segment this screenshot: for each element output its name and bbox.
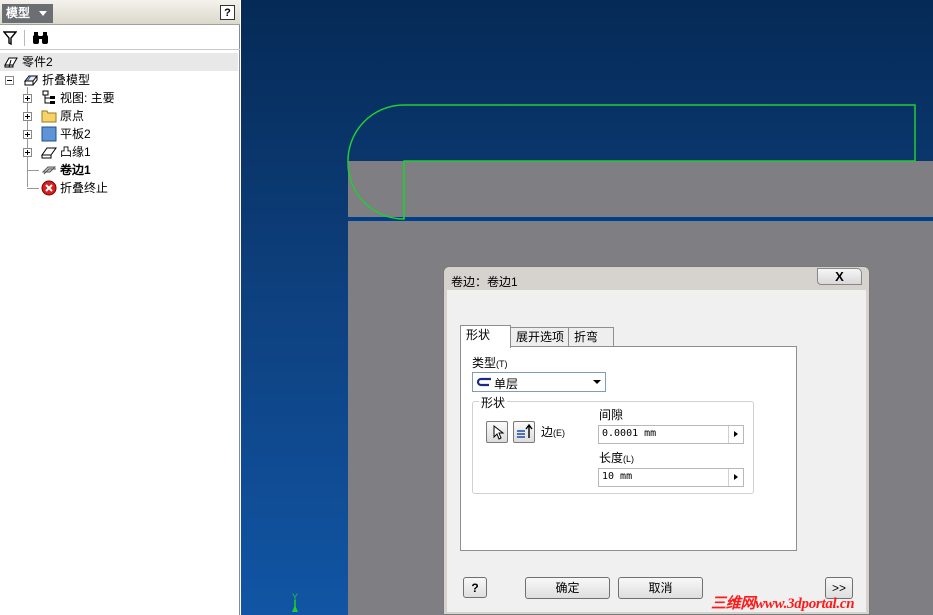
gap-value: 0.0001 mm xyxy=(602,428,657,439)
tree-item-face[interactable]: 平板2 xyxy=(0,125,238,143)
chevron-right-icon[interactable] xyxy=(728,469,743,486)
browser-toolbar xyxy=(0,26,240,50)
flip-direction-button[interactable] xyxy=(513,421,535,443)
flange-feature-icon xyxy=(41,147,57,159)
browser-mode-dropdown[interactable]: 模型 xyxy=(2,4,53,23)
collapse-icon[interactable] xyxy=(5,76,14,85)
tree-item-label: 视图: 主要 xyxy=(60,91,115,105)
browser-mode-label: 模型 xyxy=(6,6,31,20)
tree-item-label: 折叠模型 xyxy=(42,73,91,87)
folder-icon xyxy=(41,110,57,123)
tree-item-end-of-folded[interactable]: 折叠终止 xyxy=(0,179,238,197)
close-button[interactable]: X xyxy=(817,268,862,285)
tab-unfold-options[interactable]: 展开选项 xyxy=(510,327,569,347)
end-of-folded-icon xyxy=(41,180,57,196)
shape-group-box: 形状 边(E) 间隙 0.0001 mm 长度(L) 10 mm xyxy=(472,394,754,494)
gap-label: 间隙 xyxy=(599,408,624,422)
y-axis-arrow-icon xyxy=(292,605,298,612)
filter-icon[interactable] xyxy=(3,31,17,45)
hem-dialog: 卷边：卷边1 X 形状 展开选项 折弯 类型(T) 单层 形状 边(E) 间隙 … xyxy=(443,266,870,615)
type-value: 单层 xyxy=(494,377,519,391)
flip-direction-icon xyxy=(517,423,533,438)
tree-item-label: 原点 xyxy=(60,109,85,123)
dialog-title: 卷边：卷边1 xyxy=(451,275,518,289)
view-representation-icon xyxy=(42,90,55,104)
tab-bend[interactable]: 折弯 xyxy=(568,327,614,347)
y-axis-label: Y xyxy=(292,592,298,602)
tree-item-label: 平板2 xyxy=(60,127,91,141)
expand-icon[interactable] xyxy=(23,112,32,121)
tree-item-folded-model[interactable]: 折叠模型 xyxy=(0,71,238,89)
shape-tab-panel: 类型(T) 单层 形状 边(E) 间隙 0.0001 mm 长度(L) 10 m… xyxy=(460,346,797,551)
ok-button[interactable]: 确定 xyxy=(525,577,610,599)
model-browser-panel: 模型 ? 零件2 折叠模型 视图: 主要 原点 平板2 凸缘1 卷边1 折叠终止 xyxy=(0,0,240,615)
expand-icon[interactable] xyxy=(23,148,32,157)
length-input[interactable]: 10 mm xyxy=(598,468,744,487)
help-button[interactable]: ? xyxy=(463,577,487,598)
binoculars-icon[interactable] xyxy=(32,31,49,45)
tree-item-label: 卷边1 xyxy=(60,163,91,177)
tab-shape[interactable]: 形状 xyxy=(460,325,511,348)
type-label: 类型(T) xyxy=(472,356,508,370)
face-feature-icon xyxy=(41,126,57,142)
expand-icon[interactable] xyxy=(23,130,32,139)
tree-item-label: 凸缘1 xyxy=(60,145,91,159)
chevron-down-icon xyxy=(593,380,601,384)
select-edge-button[interactable] xyxy=(486,421,508,443)
tree-item-origin[interactable]: 原点 xyxy=(0,107,238,125)
edge-highlight xyxy=(348,217,933,221)
browser-help-button[interactable]: ? xyxy=(220,5,235,20)
folded-model-icon xyxy=(23,75,39,86)
flange-face xyxy=(348,161,933,217)
site-watermark: 三维网www.3dportal.cn xyxy=(711,596,855,612)
length-label: 长度(L) xyxy=(599,451,635,465)
expand-icon[interactable] xyxy=(23,94,32,103)
chevron-down-icon xyxy=(39,11,47,16)
toolbar-divider xyxy=(24,30,25,46)
length-value: 10 mm xyxy=(602,471,633,482)
cursor-arrow-icon xyxy=(493,424,505,440)
part-icon xyxy=(4,57,18,68)
tree-item-flange[interactable]: 凸缘1 xyxy=(0,143,238,161)
tree-item-view[interactable]: 视图: 主要 xyxy=(0,89,238,107)
cancel-button[interactable]: 取消 xyxy=(618,577,703,599)
chevron-right-icon[interactable] xyxy=(728,426,743,443)
shape-group-title: 形状 xyxy=(479,394,508,411)
single-hem-icon xyxy=(476,377,491,387)
browser-header: 模型 ? xyxy=(0,0,240,25)
tree-item-hem[interactable]: 卷边1 xyxy=(0,161,238,179)
hem-feature-icon xyxy=(41,166,57,175)
tree-item-part2[interactable]: 零件2 xyxy=(0,53,238,71)
tree-item-label: 折叠终止 xyxy=(60,181,109,195)
dialog-body: 形状 展开选项 折弯 类型(T) 单层 形状 边(E) 间隙 0.0001 mm… xyxy=(447,290,866,612)
tree-item-label: 零件2 xyxy=(22,55,53,69)
edge-label: 边(E) xyxy=(541,425,566,439)
type-dropdown[interactable]: 单层 xyxy=(472,372,606,392)
gap-input[interactable]: 0.0001 mm xyxy=(598,425,744,444)
